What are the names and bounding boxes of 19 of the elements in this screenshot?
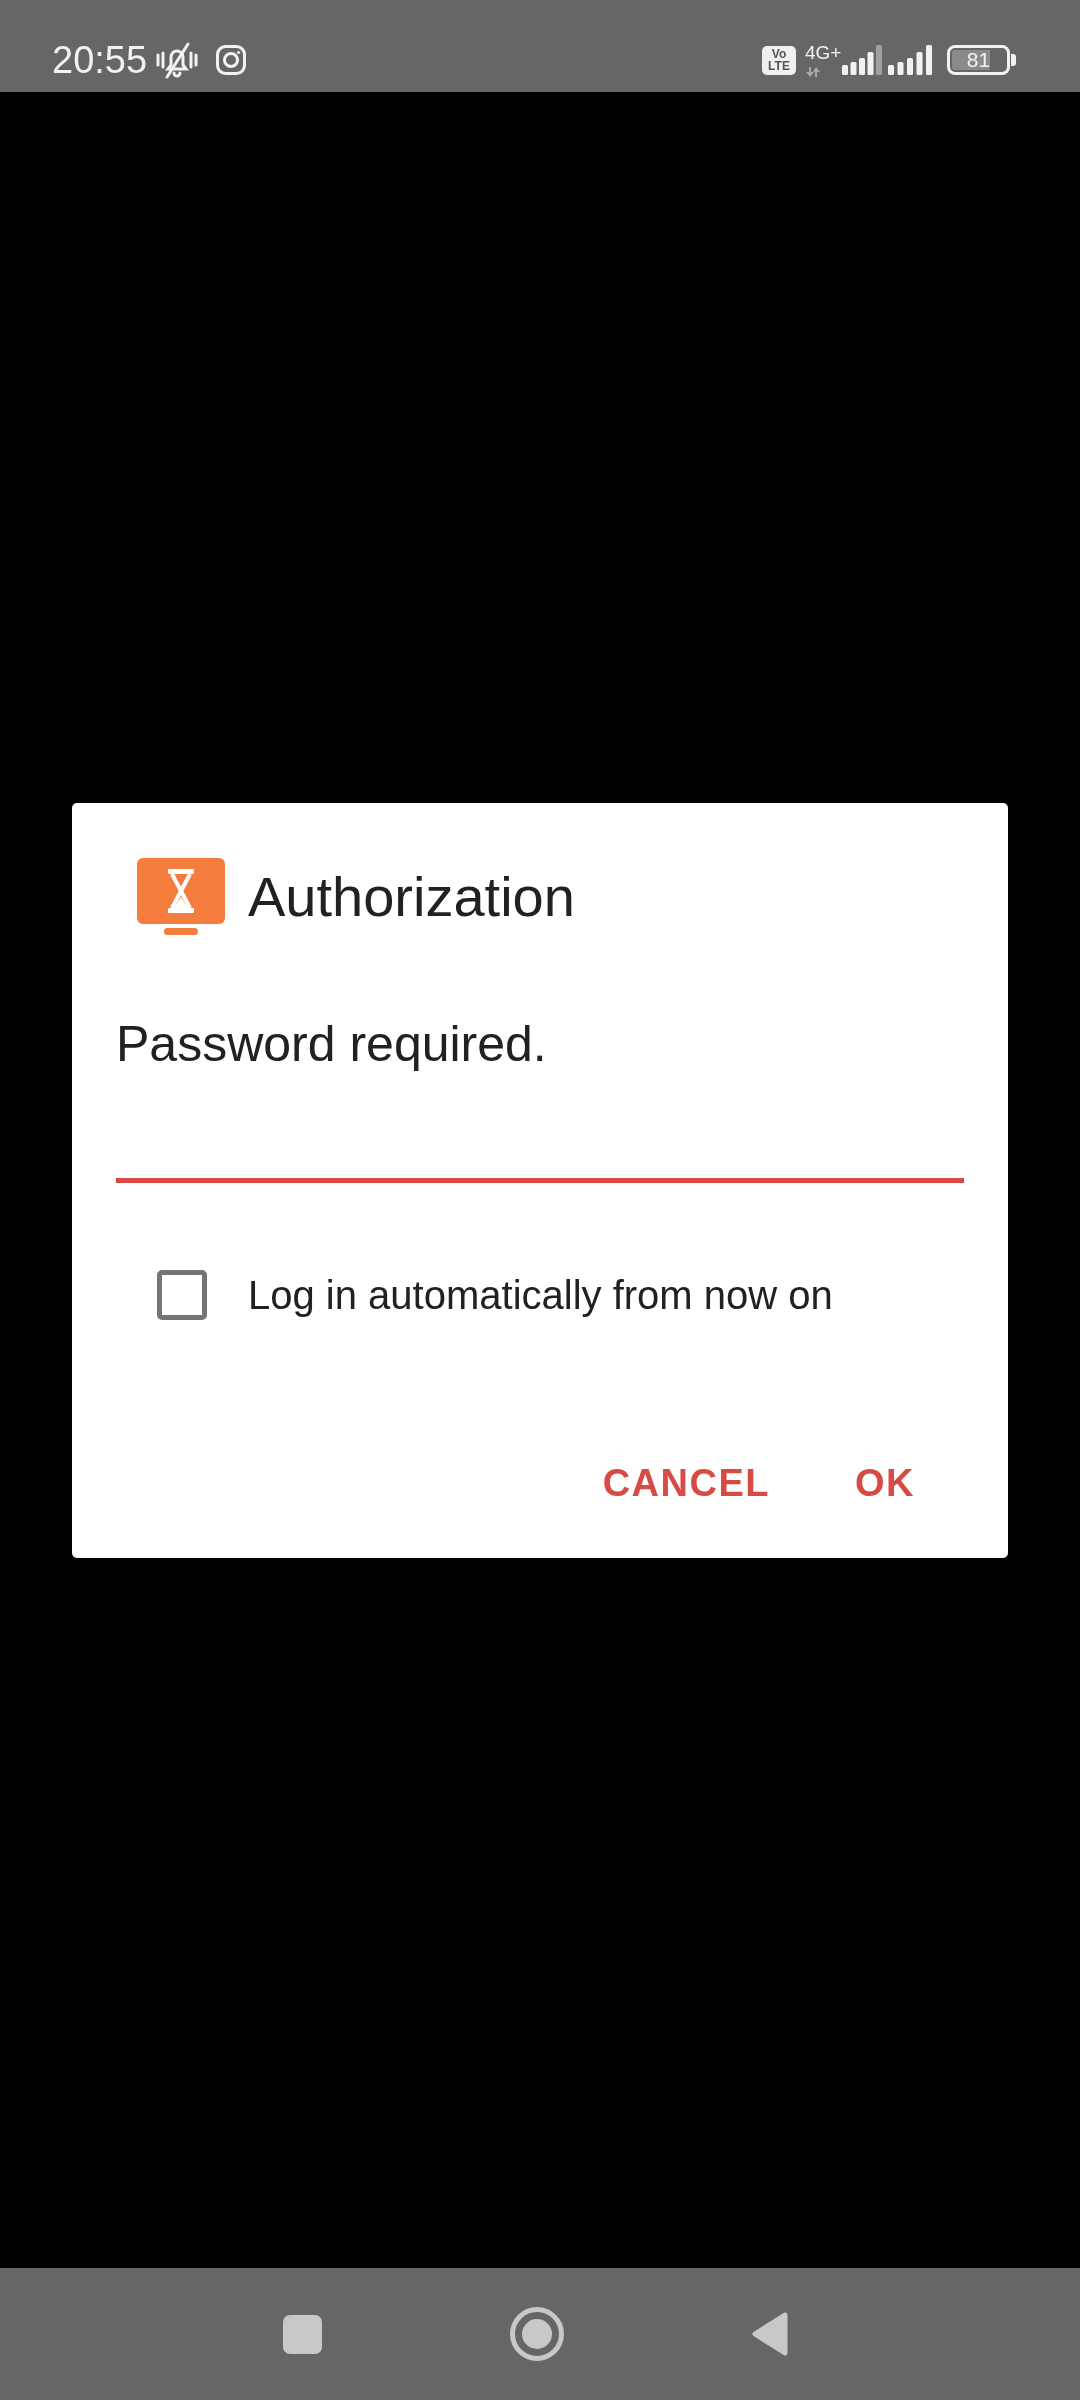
network-type-label: 4G+ <box>805 43 842 61</box>
dialog-message: Password required. <box>116 1014 547 1074</box>
checkbox[interactable] <box>157 1269 207 1320</box>
signal-bars-icon <box>842 45 882 75</box>
home-button[interactable] <box>510 2307 564 2361</box>
data-arrows-icon <box>805 66 821 77</box>
ok-button[interactable]: OK <box>833 1433 937 1533</box>
cancel-button[interactable]: CANCEL <box>580 1433 792 1533</box>
recent-apps-button[interactable] <box>283 2314 322 2354</box>
checkbox-label[interactable]: Log in automatically from now on <box>248 1269 833 1320</box>
battery-indicator: 81 <box>947 45 1016 75</box>
back-button[interactable] <box>752 2312 788 2356</box>
camera-app-icon <box>216 45 247 75</box>
muted-bell-icon <box>155 40 200 80</box>
status-time: 20:55 <box>52 40 148 80</box>
signal-bars-icon <box>888 45 932 75</box>
dialog-title: Authorization <box>248 864 575 929</box>
hourglass-monitor-icon <box>137 857 225 936</box>
volte-badge: Vo LTE <box>762 45 796 75</box>
